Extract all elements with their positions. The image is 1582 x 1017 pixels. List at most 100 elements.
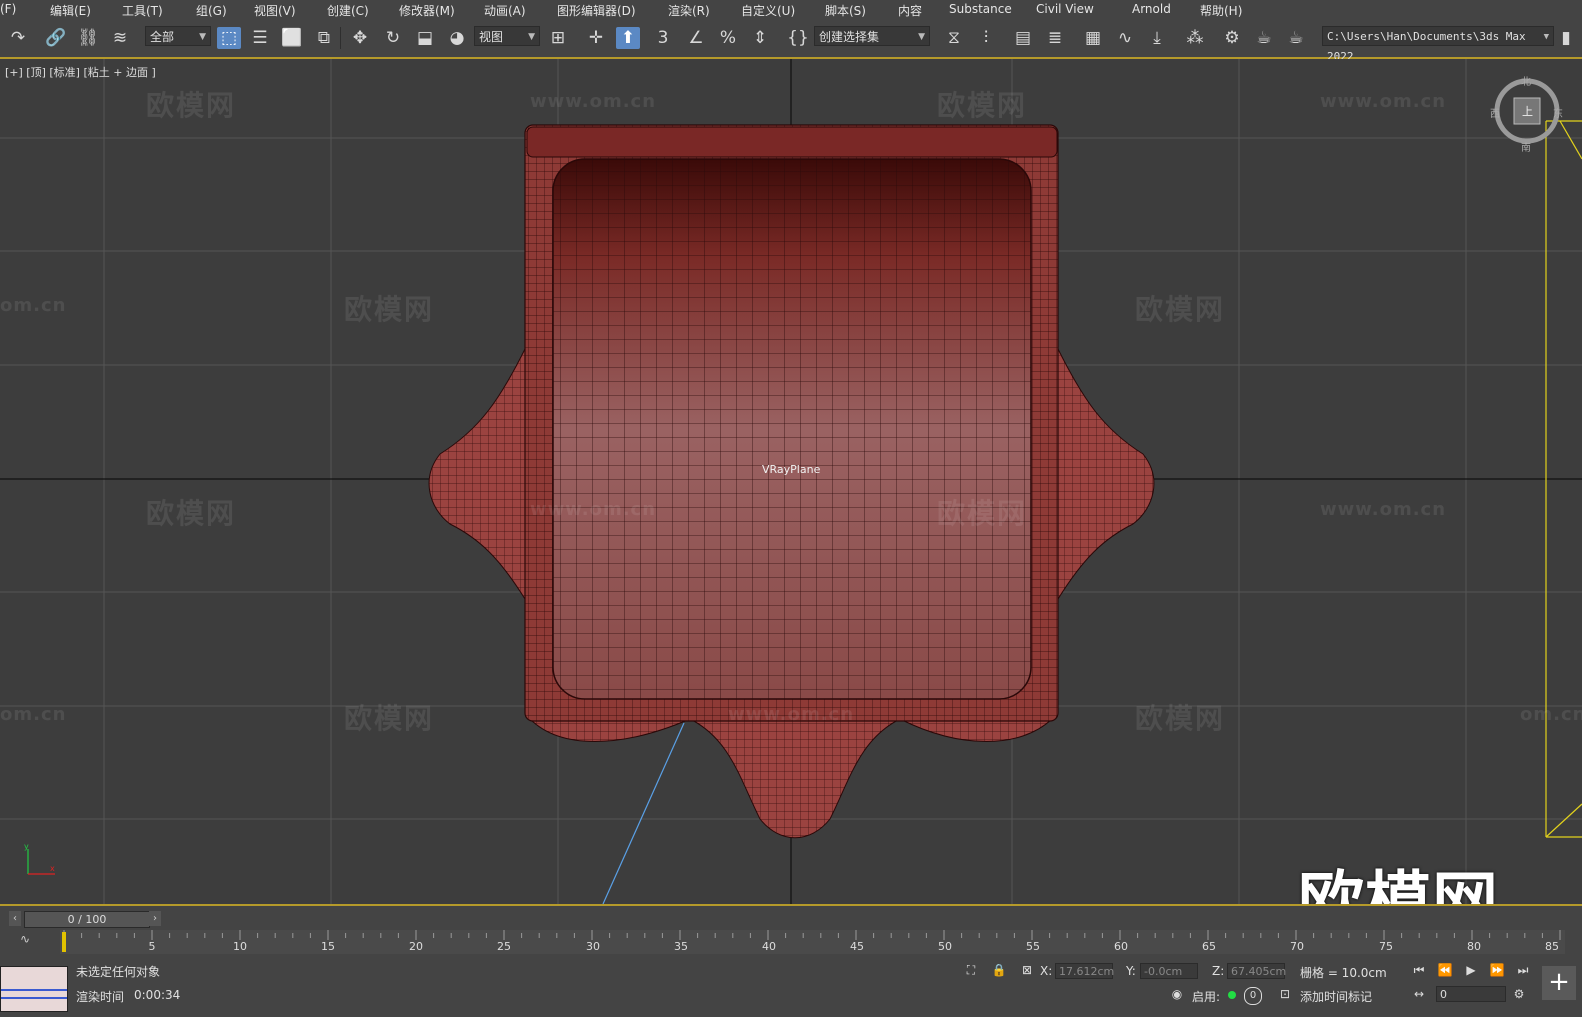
viewcube-south[interactable]: 南 — [1521, 139, 1531, 154]
spinner-snap-icon[interactable]: ⇕ — [748, 27, 772, 49]
menu-arnold[interactable]: Arnold — [1132, 2, 1171, 16]
menu-civil-view[interactable]: Civil View — [1036, 2, 1094, 16]
watermark-url: om.cn — [0, 704, 67, 725]
curve-editor-toggle-icon[interactable]: ∿ — [20, 932, 30, 946]
next-frame-icon[interactable]: ⏩ — [1488, 963, 1506, 979]
viewcube-east[interactable]: 东 — [1553, 105, 1563, 120]
select-manipulate-icon[interactable]: ✛ — [584, 27, 608, 49]
z-coordinate-field[interactable]: 67.405cm — [1227, 963, 1286, 979]
goto-start-icon[interactable]: ⏮ — [1410, 963, 1428, 979]
watermark: 欧模网 — [344, 702, 435, 735]
redo-icon[interactable]: ↷ — [6, 27, 30, 49]
select-by-name-icon[interactable]: ☰ — [248, 27, 272, 49]
edit-named-selection-icon[interactable]: {} — [786, 27, 810, 49]
pivot-center-icon[interactable]: ⊞ — [546, 27, 570, 49]
project-path-dropdown[interactable]: C:\Users\Han\Documents\3ds Max 2022 ▼ — [1322, 26, 1554, 63]
watermark: 欧模网 — [146, 497, 237, 530]
scene-explorer-icon[interactable]: ▤ — [1011, 27, 1035, 49]
watermark: 欧模网 — [1135, 293, 1226, 326]
menu-scripting[interactable]: 脚本(S) — [825, 2, 866, 19]
x-coordinate-field[interactable]: 17.612cm — [1055, 963, 1114, 979]
current-frame-field[interactable]: 0 — [1436, 986, 1506, 1002]
add-time-tag[interactable]: 添加时间标记 — [1300, 988, 1372, 1005]
absolute-mode-icon[interactable]: ⊠ — [1018, 963, 1036, 979]
tick-label: 85 — [1545, 940, 1559, 953]
viewport-canvas: y x — [0, 59, 1582, 904]
time-slider[interactable]: 0 / 100 — [24, 911, 150, 928]
rectangular-selection-icon[interactable]: ⬜ — [280, 27, 304, 49]
main-toolbar: ↷ 🔗 ⛓ ≋ 全部 ▼ ⬚ ☰ ⬜ ⧉ ✥ ↻ ⬓ ◕ 视图 ▼ ⊞ ✛ ⬆ 3 … — [0, 19, 1582, 63]
menu-content[interactable]: 内容 — [898, 2, 922, 19]
project-folder-icon[interactable]: ▮ — [1557, 27, 1575, 49]
link-icon[interactable]: 🔗 — [44, 27, 68, 49]
menu-group[interactable]: 组(G) — [196, 2, 227, 19]
bind-space-warp-icon[interactable]: ≋ — [108, 27, 132, 49]
viewport-label[interactable]: [+] [顶] [标准] [粘土 + 边面 ] — [5, 64, 156, 80]
angle-snap-icon[interactable]: ∠ — [684, 27, 708, 49]
maxscript-listener-preview[interactable] — [0, 966, 68, 1012]
layer-explorer-icon[interactable]: ≣ — [1043, 27, 1067, 49]
move-icon[interactable]: ✥ — [348, 27, 372, 49]
menu-tools[interactable]: 工具(T) — [122, 2, 163, 19]
menu-graph-editors[interactable]: 图形编辑器(D) — [557, 2, 636, 19]
menu-modifiers[interactable]: 修改器(M) — [399, 2, 455, 19]
play-icon[interactable]: ▶ — [1462, 963, 1480, 979]
toggle-ribbon-icon[interactable]: ▦ — [1081, 27, 1105, 49]
menu-view[interactable]: 视图(V) — [254, 2, 296, 19]
menu-substance[interactable]: Substance — [949, 2, 1012, 16]
menu-edit[interactable]: 编辑(E) — [50, 2, 91, 19]
watermark: 欧模网 — [344, 293, 435, 326]
selection-filter-dropdown[interactable]: 全部 ▼ — [145, 26, 211, 46]
menu-animation[interactable]: 动画(A) — [484, 2, 526, 19]
select-place-icon[interactable]: ◕ — [445, 27, 469, 49]
menu-create[interactable]: 创建(C) — [327, 2, 369, 19]
viewcube-west[interactable]: 西 — [1490, 105, 1500, 120]
goto-end-icon[interactable]: ⏭ — [1514, 963, 1532, 979]
y-coordinate-field[interactable]: -0.0cm — [1140, 963, 1198, 979]
named-selection-set-dropdown[interactable]: 创建选择集 ▼ — [814, 26, 930, 46]
rendered-frame-window-icon[interactable]: ☕ — [1252, 27, 1276, 49]
isolate-selection-icon[interactable]: ⛶ — [962, 963, 980, 979]
enable-counter[interactable]: 0 — [1244, 987, 1262, 1005]
render-time-value: 0:00:34 — [134, 988, 181, 1002]
status-bar: 未选定任何对象 渲染时间 0:00:34 ⛶ 🔒 ⊠ X: 17.612cm Y… — [0, 956, 1582, 1017]
next-frame-arrow-icon[interactable]: › — [149, 911, 161, 926]
add-icon[interactable]: + — [1542, 966, 1576, 1000]
camera-target-line — [602, 722, 685, 904]
key-mode-icon[interactable]: ↔ — [1410, 987, 1428, 1003]
time-configuration-icon[interactable]: ⚙ — [1510, 987, 1528, 1003]
chevron-down-icon: ▼ — [1543, 32, 1549, 42]
viewcube-north[interactable]: 北 — [1521, 73, 1531, 88]
render-production-icon[interactable]: ☕ — [1284, 27, 1308, 49]
menu-help[interactable]: 帮助(H) — [1200, 2, 1242, 19]
scale-icon[interactable]: ⬓ — [413, 27, 437, 49]
previous-frame-icon[interactable]: ⏪ — [1436, 963, 1454, 979]
keyboard-shortcut-override-icon[interactable]: ⬆ — [616, 27, 640, 49]
select-object-icon[interactable]: ⬚ — [217, 27, 241, 49]
top-viewport[interactable]: y x [+] [顶] [标准] [粘土 + 边面 ] VRayPlane 北 … — [0, 59, 1582, 904]
curve-editor-icon[interactable]: ∿ — [1113, 27, 1137, 49]
unlink-icon[interactable]: ⛓ — [76, 27, 100, 49]
menu-rendering[interactable]: 渲染(R) — [668, 2, 710, 19]
time-tag-icon[interactable]: ⊡ — [1276, 987, 1294, 1003]
axis-gizmo: y x — [24, 842, 55, 875]
material-editor-icon[interactable]: ⁂ — [1183, 27, 1207, 49]
menu-customize[interactable]: 自定义(U) — [741, 2, 795, 19]
track-bar[interactable]: 5 10 15 20 25 30 35 40 45 50 55 60 65 70… — [60, 930, 1565, 954]
reference-coordinate-dropdown[interactable]: 视图 ▼ — [474, 26, 540, 46]
svg-text:x: x — [50, 864, 55, 873]
prev-frame-arrow-icon[interactable]: ‹ — [9, 911, 21, 926]
menu-file[interactable]: (F) — [0, 2, 16, 16]
render-setup-icon[interactable]: ⚙ — [1220, 27, 1244, 49]
adaptive-degradation-icon[interactable]: ◉ — [1168, 987, 1186, 1003]
snaps-toggle-icon[interactable]: 3 — [651, 27, 675, 49]
schematic-view-icon[interactable]: ⤓ — [1145, 27, 1169, 49]
window-crossing-icon[interactable]: ⧉ — [312, 27, 336, 49]
percent-snap-icon[interactable]: % — [716, 27, 740, 49]
selection-lock-icon[interactable]: 🔒 — [990, 963, 1008, 979]
align-icon[interactable]: ⫶ — [974, 27, 998, 49]
mirror-icon[interactable]: ⧖ — [942, 27, 966, 49]
y-label: Y: — [1126, 964, 1136, 978]
viewcube-top-face[interactable]: 上 — [1522, 103, 1533, 119]
rotate-icon[interactable]: ↻ — [381, 27, 405, 49]
